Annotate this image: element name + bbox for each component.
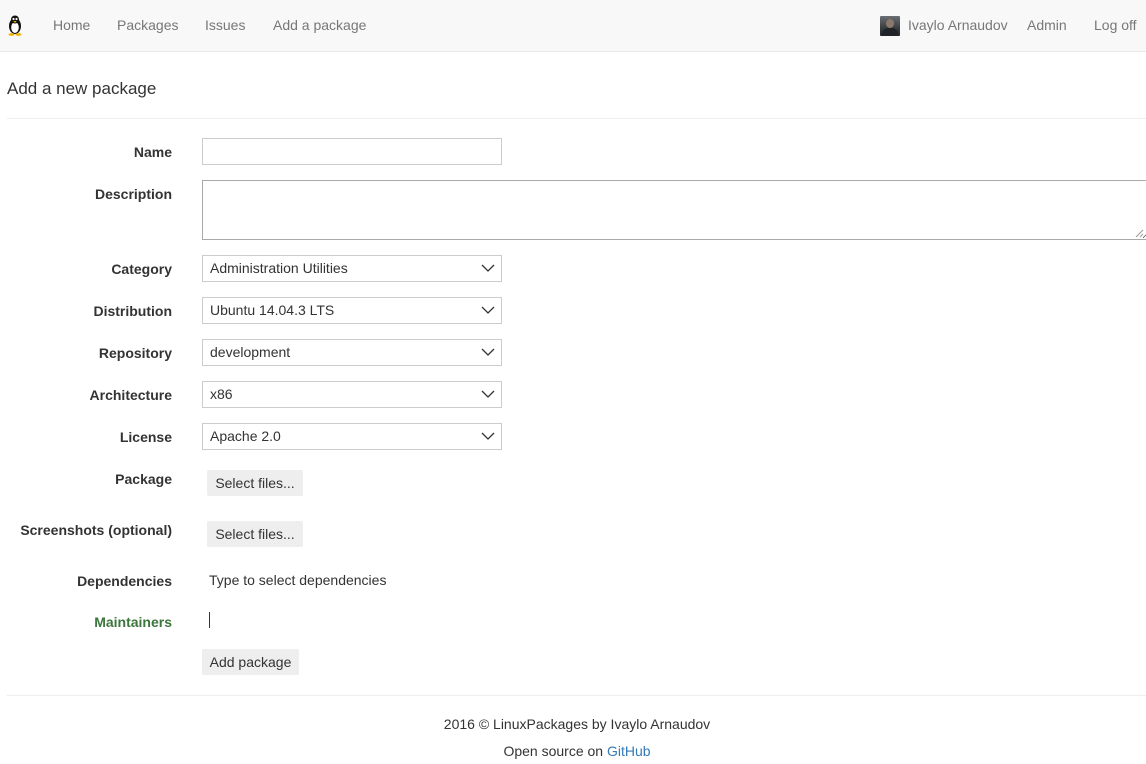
nav-logoff-link[interactable]: Log off bbox=[1094, 16, 1137, 34]
repository-label: Repository bbox=[98, 345, 172, 361]
architecture-label: Architecture bbox=[89, 387, 172, 403]
nav-admin-link[interactable]: Admin bbox=[1027, 16, 1067, 34]
package-label: Package bbox=[115, 471, 172, 487]
category-label: Category bbox=[111, 261, 172, 277]
repository-selected-value: development bbox=[210, 344, 291, 360]
distribution-label: Distribution bbox=[93, 303, 172, 319]
license-selected-value: Apache 2.0 bbox=[210, 428, 281, 444]
nav-add-package-link[interactable]: Add a package bbox=[273, 16, 366, 34]
footer-divider bbox=[7, 695, 1146, 696]
title-divider bbox=[7, 118, 1146, 119]
description-textarea[interactable] bbox=[202, 180, 1146, 240]
screenshots-label: Screenshots (optional) bbox=[20, 522, 172, 538]
chevron-down-icon bbox=[481, 306, 495, 314]
tux-penguin-icon[interactable] bbox=[6, 14, 24, 36]
maintainers-label: Maintainers bbox=[94, 614, 172, 630]
chevron-down-icon bbox=[481, 348, 495, 356]
repository-select[interactable]: development bbox=[202, 339, 502, 366]
screenshots-select-files-button[interactable]: Select files... bbox=[207, 521, 303, 547]
dependencies-label: Dependencies bbox=[77, 573, 172, 589]
name-label: Name bbox=[133, 144, 172, 160]
category-select[interactable]: Administration Utilities bbox=[202, 255, 502, 282]
user-avatar[interactable] bbox=[880, 16, 900, 36]
footer-copyright: 2016 © LinuxPackages by Ivaylo Arnaudov bbox=[443, 716, 711, 732]
chevron-down-icon bbox=[481, 390, 495, 398]
license-select[interactable]: Apache 2.0 bbox=[202, 423, 502, 450]
add-package-button[interactable]: Add package bbox=[202, 649, 299, 675]
nav-packages-link[interactable]: Packages bbox=[117, 16, 178, 34]
architecture-selected-value: x86 bbox=[210, 386, 233, 402]
maintainers-input[interactable] bbox=[209, 612, 210, 628]
description-label: Description bbox=[94, 186, 172, 202]
footer-open-source-text: Open source on bbox=[503, 743, 607, 759]
footer-open-source: Open source on GitHub bbox=[0, 743, 1146, 760]
nav-issues-link[interactable]: Issues bbox=[205, 16, 245, 34]
resize-grip-icon[interactable] bbox=[1134, 228, 1144, 238]
license-label: License bbox=[119, 429, 172, 445]
name-input[interactable] bbox=[202, 138, 502, 165]
category-selected-value: Administration Utilities bbox=[210, 260, 348, 276]
github-link[interactable]: GitHub bbox=[607, 743, 651, 759]
distribution-select[interactable]: Ubuntu 14.04.3 LTS bbox=[202, 297, 502, 324]
chevron-down-icon bbox=[481, 264, 495, 272]
top-navbar: Home Packages Issues Add a package Ivayl… bbox=[0, 0, 1146, 52]
nav-user-name-link[interactable]: Ivaylo Arnaudov bbox=[908, 16, 1008, 34]
architecture-select[interactable]: x86 bbox=[202, 381, 502, 408]
nav-home-link[interactable]: Home bbox=[53, 16, 90, 34]
distribution-selected-value: Ubuntu 14.04.3 LTS bbox=[210, 302, 335, 318]
package-select-files-button[interactable]: Select files... bbox=[207, 470, 303, 496]
page-title: Add a new package bbox=[7, 79, 157, 98]
dependencies-input[interactable]: Type to select dependencies bbox=[209, 572, 386, 589]
chevron-down-icon bbox=[481, 432, 495, 440]
